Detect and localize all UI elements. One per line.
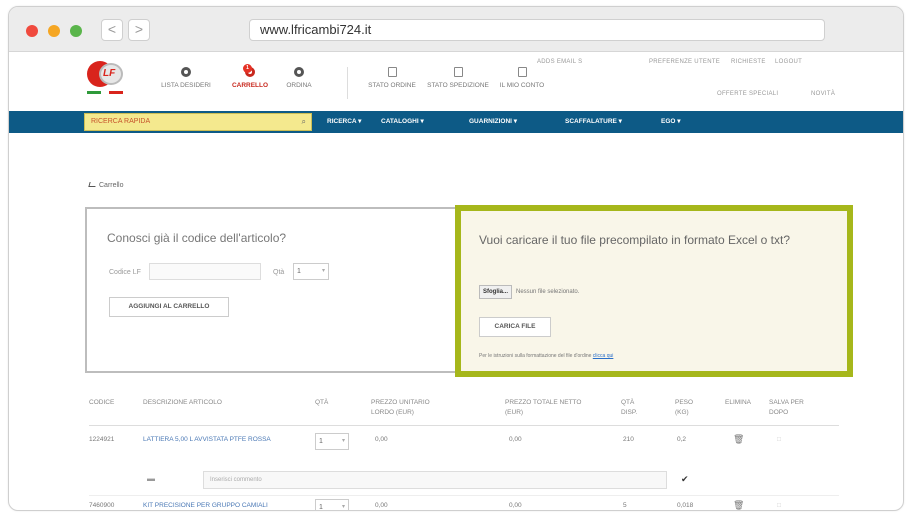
maximize-window-button[interactable] — [70, 25, 82, 37]
row1-comment-input[interactable]: Inserisci commento — [203, 471, 667, 489]
cart-count-badge: 1 — [243, 64, 252, 73]
file-picker[interactable]: Sfoglia... Nessun file selezionato. — [479, 285, 579, 299]
order-icon — [294, 67, 304, 77]
breadcrumb: Carrello — [88, 182, 124, 189]
col-header-delete: ELIMINA — [725, 399, 752, 406]
trash-icon[interactable]: 🗑 — [733, 500, 744, 510]
save-later-checkbox[interactable]: □ — [777, 435, 781, 445]
code-entry-title: Conosci già il codice dell'articolo? — [107, 231, 287, 245]
forward-button[interactable]: > — [128, 19, 150, 41]
col-header-description: DESCRIZIONE ARTICOLO — [143, 399, 222, 406]
order-link[interactable]: ORDINA — [284, 67, 314, 89]
row2-qty-select[interactable]: 1 ▾ — [315, 499, 349, 510]
header-divider — [347, 67, 348, 99]
news-link[interactable]: NOVITÀ — [811, 91, 835, 97]
instructions-link[interactable]: clicca qui — [593, 353, 614, 359]
quick-search-input[interactable]: RICERCA RAPIDA ⌕ — [84, 113, 312, 131]
row1-unit-price: 0,00 — [375, 436, 388, 443]
row2-unit-price: 0,00 — [375, 502, 388, 509]
col-header-total-price: PREZZO TOTALE NETTO (EUR) — [505, 399, 582, 416]
back-button[interactable]: < — [101, 19, 123, 41]
user-email: ADDS EMAIL S — [537, 59, 583, 65]
chevron-down-icon: ▾ — [341, 438, 345, 444]
upload-title: Vuoi caricare il tuo file precompilato i… — [479, 233, 791, 247]
shipping-status-link[interactable]: STATO SPEDIZIONE — [425, 67, 491, 89]
row1-qty-select[interactable]: 1 ▾ — [315, 433, 349, 450]
col-header-qty: QTÀ — [315, 399, 329, 406]
trash-icon[interactable]: 🗑 — [733, 434, 744, 444]
row2-code: 7460900 — [89, 502, 115, 509]
nav-guarnizioni[interactable]: GUARNIZIONI ▾ — [469, 117, 517, 125]
row2-total-price: 0,00 — [509, 502, 522, 509]
col-header-code: CODICE — [89, 399, 115, 406]
nav-scaffalature[interactable]: SCAFFALATURE ▾ — [565, 117, 622, 125]
checkmark-icon[interactable]: ✔ — [681, 474, 689, 484]
no-file-text: Nessun file selezionato. — [516, 289, 580, 295]
table-header-divider — [89, 425, 839, 426]
account-icon — [517, 67, 527, 77]
browse-button[interactable]: Sfoglia... — [479, 285, 513, 299]
row1-weight: 0,2 — [677, 436, 687, 443]
col-header-unit-price: PREZZO UNITARIO LORDO (EUR) — [371, 399, 430, 416]
wishlist-link[interactable]: LISTA DESIDERI — [161, 67, 211, 89]
row1-description-link[interactable]: LATTIERA 5,00 L AVVISTATA PTFE ROSSA — [143, 435, 293, 445]
chevron-down-icon: ▾ — [321, 268, 325, 274]
site-logo[interactable]: LF — [81, 59, 133, 99]
order-status-link[interactable]: STATO ORDINE — [367, 67, 417, 89]
logout-link[interactable]: LOGOUT — [775, 59, 802, 65]
row-divider — [89, 495, 839, 496]
add-to-cart-button[interactable]: AGGIUNGI AL CARRELLO — [109, 297, 229, 317]
row1-total-price: 0,00 — [509, 436, 522, 443]
comment-icon: ▬ — [147, 474, 155, 483]
special-offers-link[interactable]: OFFERTE SPECIALI — [717, 91, 778, 97]
nav-ricerca[interactable]: RICERCA ▾ — [327, 117, 361, 125]
nav-cataloghi[interactable]: CATALOGHI ▾ — [381, 117, 424, 125]
file-upload-panel: Vuoi caricare il tuo file precompilato i… — [455, 205, 853, 377]
qty-select[interactable]: 1 ▾ — [293, 263, 329, 280]
row2-description-link[interactable]: KIT PRECISIONE PER GRUPPO CAMIALI — [143, 501, 293, 510]
main-navbar: RICERCA RAPIDA ⌕ RICERCA ▾ CATALOGHI ▾ G… — [9, 111, 903, 133]
browser-chrome: < > www.lfricambi724.it — [9, 7, 903, 52]
col-header-save-later: SALVA PER DOPO — [769, 399, 804, 416]
user-preferences-link[interactable]: PREFERENZE UTENTE — [649, 59, 720, 65]
minimize-window-button[interactable] — [48, 25, 60, 37]
chevron-down-icon: ▾ — [341, 504, 345, 510]
address-bar[interactable]: www.lfricambi724.it — [249, 19, 825, 41]
code-input[interactable] — [149, 263, 261, 280]
cart-icon — [88, 182, 97, 187]
upload-file-button[interactable]: CARICA FILE — [479, 317, 551, 337]
nav-ego[interactable]: EGO ▾ — [661, 117, 681, 125]
code-entry-panel: Conosci già il codice dell'articolo? Cod… — [85, 207, 457, 373]
account-link[interactable]: IL MIO CONTO — [497, 67, 547, 89]
row1-code: 1224921 — [89, 436, 115, 443]
order-status-icon — [387, 67, 397, 77]
truck-icon — [453, 67, 463, 77]
search-icon[interactable]: ⌕ — [302, 114, 306, 130]
row2-availability: 5 — [623, 502, 627, 509]
browser-window: < > www.lfricambi724.it LF LISTA DESIDER… — [8, 6, 904, 511]
code-label: Codice LF — [109, 269, 141, 276]
heart-icon — [181, 67, 191, 77]
cart-icon: 1 — [243, 64, 255, 77]
col-header-availability: QTÀ DISP. — [621, 399, 638, 416]
row2-weight: 0,018 — [677, 502, 694, 509]
requests-link[interactable]: RICHIESTE — [731, 59, 766, 65]
row1-availability: 210 — [623, 436, 634, 443]
qty-label: Qtà — [273, 269, 285, 276]
close-window-button[interactable] — [26, 25, 38, 37]
col-header-weight: PESO (KG) — [675, 399, 694, 416]
upload-instructions: Per le istruzioni sulla formattazione de… — [479, 353, 614, 359]
cart-link[interactable]: 1 CARRELLO — [227, 64, 273, 89]
save-later-checkbox[interactable]: □ — [777, 501, 781, 510]
